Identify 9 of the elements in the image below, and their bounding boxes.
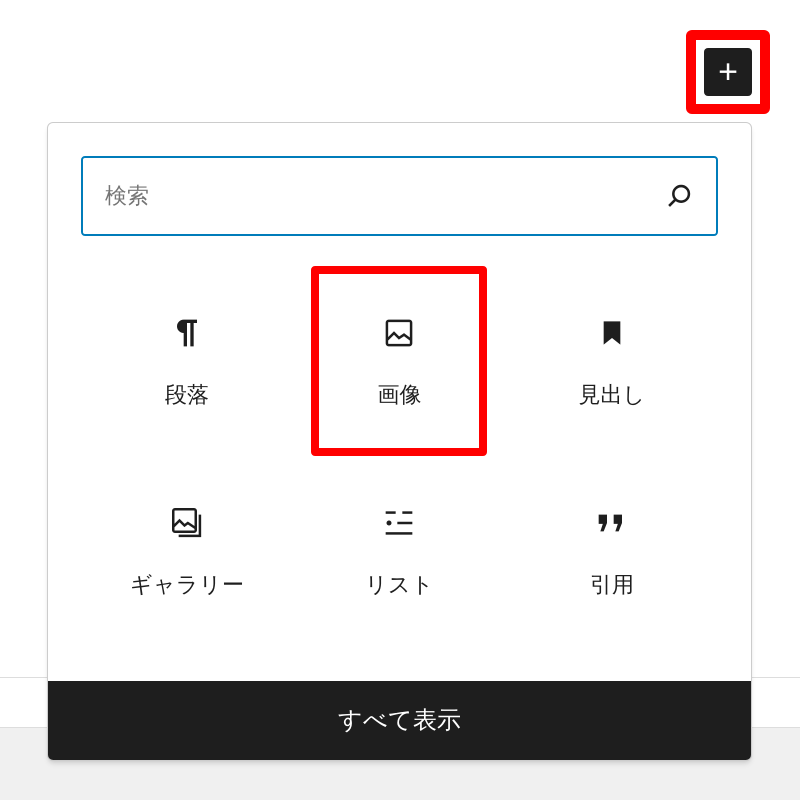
block-item[interactable]: 見出し: [524, 266, 700, 456]
block-item[interactable]: リスト: [311, 456, 488, 646]
block-item[interactable]: ギャラリー: [99, 456, 276, 646]
browse-all-button[interactable]: すべて表示: [48, 681, 751, 760]
block-item[interactable]: 画像: [311, 266, 488, 456]
block-item[interactable]: 引用: [524, 456, 700, 646]
block-item[interactable]: 段落: [99, 266, 276, 456]
search-field[interactable]: 検索: [81, 156, 718, 236]
add-block-button[interactable]: +: [704, 48, 752, 96]
